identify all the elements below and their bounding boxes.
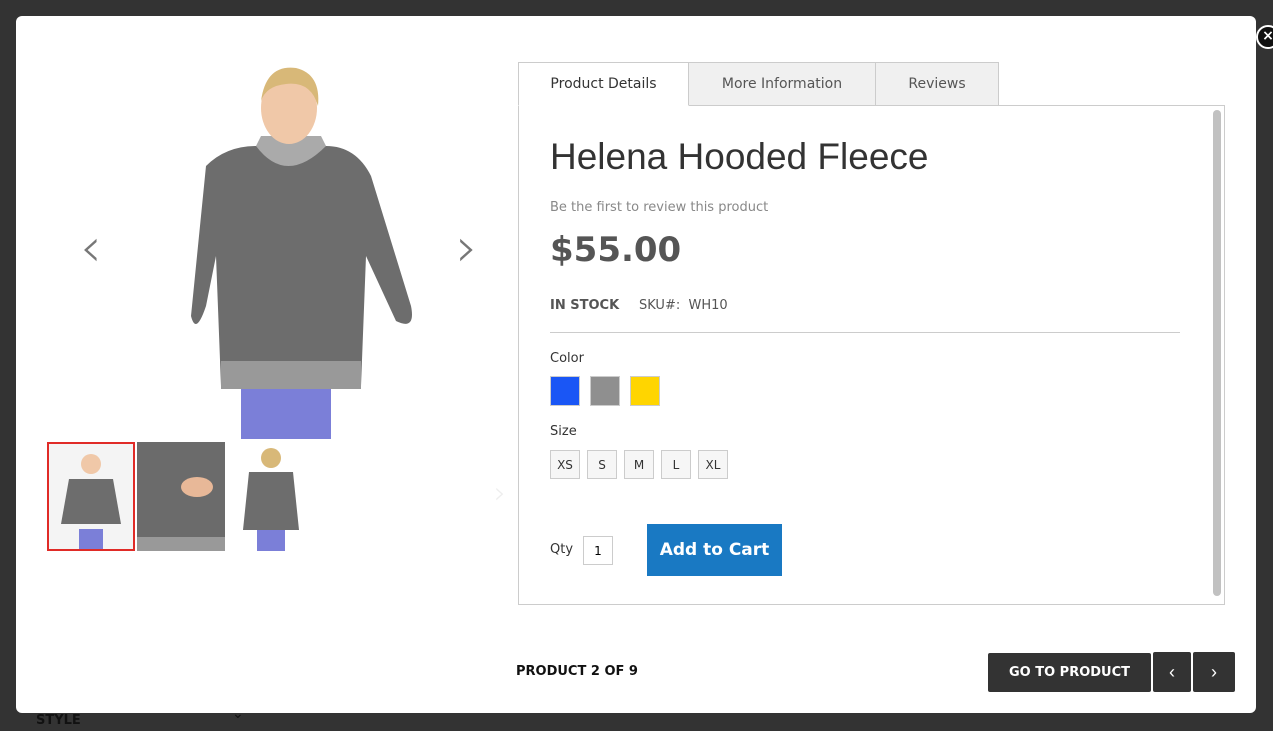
color-swatch-yellow[interactable]: [630, 376, 660, 406]
size-label: Size: [550, 424, 577, 439]
sku: SKU#: WH10: [639, 298, 728, 313]
next-product-button[interactable]: ›: [1193, 652, 1235, 692]
thumbnail-front[interactable]: [47, 442, 135, 551]
tab-product-details[interactable]: Product Details: [518, 62, 689, 106]
size-l[interactable]: L: [661, 450, 691, 479]
qty-input[interactable]: [583, 536, 613, 565]
gallery-next-button[interactable]: ›: [456, 216, 478, 279]
color-swatch-blue[interactable]: [550, 376, 580, 406]
add-to-cart-button[interactable]: Add to Cart: [647, 524, 782, 576]
size-m[interactable]: M: [624, 450, 654, 479]
main-product-image: [136, 56, 446, 439]
size-xl[interactable]: XL: [698, 450, 728, 479]
color-label: Color: [550, 351, 584, 366]
thumbnail-next-button[interactable]: ›: [494, 476, 506, 511]
product-price: $55.00: [550, 230, 682, 270]
product-details-panel: Helena Hooded Fleece Be the first to rev…: [518, 105, 1225, 605]
qty-label: Qty: [550, 542, 574, 557]
close-icon[interactable]: ×: [1256, 25, 1273, 49]
sku-label: SKU#:: [639, 298, 681, 313]
product-tabs: Product Details More Information Reviews: [518, 62, 999, 106]
background-style-filter: STYLE: [36, 713, 81, 728]
product-title: Helena Hooded Fleece: [550, 136, 929, 177]
quick-view-modal: ‹ › › Product Details More Information R…: [16, 16, 1273, 713]
divider: [550, 332, 1180, 333]
size-xs[interactable]: XS: [550, 450, 580, 479]
tab-reviews[interactable]: Reviews: [875, 62, 999, 106]
thumbnail-strip: [47, 442, 315, 551]
chevron-left-icon: ‹: [1169, 661, 1175, 682]
product-counter: PRODUCT 2 OF 9: [516, 664, 638, 679]
gallery-prev-button[interactable]: ‹: [80, 216, 102, 279]
size-s[interactable]: S: [587, 450, 617, 479]
thumbnail-back[interactable]: [227, 442, 315, 551]
color-swatches: [550, 376, 660, 406]
previous-product-button[interactable]: ‹: [1153, 652, 1191, 692]
scrollbar[interactable]: [1213, 110, 1221, 596]
thumbnail-pocket[interactable]: [137, 442, 225, 551]
review-link[interactable]: Be the first to review this product: [550, 200, 768, 215]
tab-more-information[interactable]: More Information: [688, 62, 876, 106]
chevron-right-icon: ›: [1211, 661, 1217, 682]
stock-status: IN STOCK: [550, 298, 620, 313]
go-to-product-button[interactable]: GO TO PRODUCT: [988, 653, 1151, 692]
color-swatch-gray[interactable]: [590, 376, 620, 406]
size-options: XS S M L XL: [550, 450, 728, 479]
sku-value: WH10: [688, 298, 728, 313]
